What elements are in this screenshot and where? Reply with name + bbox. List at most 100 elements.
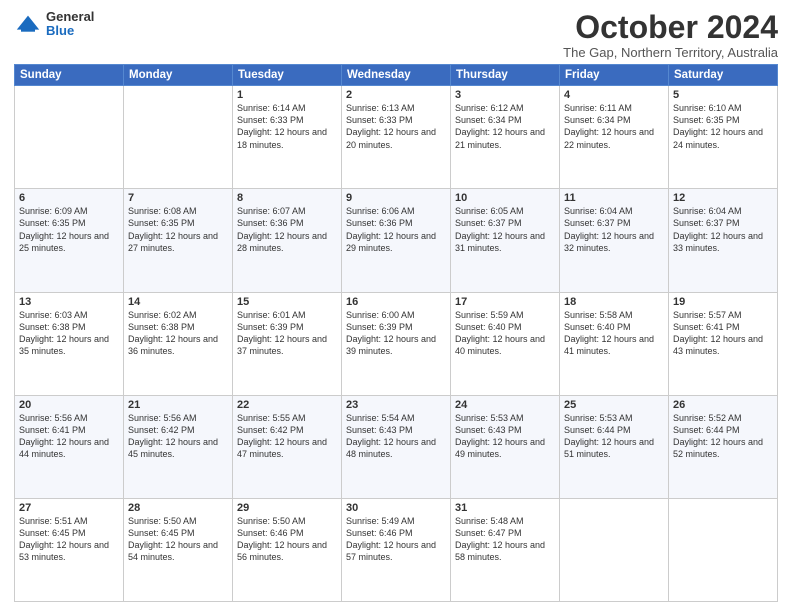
calendar-cell: 2Sunrise: 6:13 AMSunset: 6:33 PMDaylight…: [342, 86, 451, 189]
sunset-text: Sunset: 6:39 PM: [237, 321, 337, 333]
day-info: Sunrise: 6:04 AMSunset: 6:37 PMDaylight:…: [564, 205, 664, 254]
sunrise-text: Sunrise: 5:53 AM: [455, 412, 555, 424]
calendar-cell: 17Sunrise: 5:59 AMSunset: 6:40 PMDayligh…: [451, 292, 560, 395]
sunrise-text: Sunrise: 5:52 AM: [673, 412, 773, 424]
calendar-cell: 26Sunrise: 5:52 AMSunset: 6:44 PMDayligh…: [669, 395, 778, 498]
day-number: 7: [128, 192, 228, 204]
day-number: 20: [19, 399, 119, 411]
day-number: 31: [455, 502, 555, 514]
sunrise-text: Sunrise: 5:59 AM: [455, 309, 555, 321]
day-number: 14: [128, 296, 228, 308]
sunset-text: Sunset: 6:33 PM: [237, 114, 337, 126]
sunset-text: Sunset: 6:37 PM: [455, 217, 555, 229]
day-info: Sunrise: 5:48 AMSunset: 6:47 PMDaylight:…: [455, 515, 555, 564]
day-info: Sunrise: 5:53 AMSunset: 6:43 PMDaylight:…: [455, 412, 555, 461]
day-info: Sunrise: 6:09 AMSunset: 6:35 PMDaylight:…: [19, 205, 119, 254]
header: General Blue October 2024 The Gap, North…: [14, 10, 778, 60]
sunset-text: Sunset: 6:47 PM: [455, 527, 555, 539]
calendar-week-1: 1Sunrise: 6:14 AMSunset: 6:33 PMDaylight…: [15, 86, 778, 189]
page: General Blue October 2024 The Gap, North…: [0, 0, 792, 612]
location: The Gap, Northern Territory, Australia: [563, 45, 778, 60]
day-info: Sunrise: 5:52 AMSunset: 6:44 PMDaylight:…: [673, 412, 773, 461]
daylight-text: Daylight: 12 hours and 49 minutes.: [455, 436, 555, 460]
daylight-text: Daylight: 12 hours and 44 minutes.: [19, 436, 119, 460]
day-info: Sunrise: 6:10 AMSunset: 6:35 PMDaylight:…: [673, 102, 773, 151]
sunset-text: Sunset: 6:36 PM: [346, 217, 446, 229]
daylight-text: Daylight: 12 hours and 58 minutes.: [455, 539, 555, 563]
day-info: Sunrise: 6:14 AMSunset: 6:33 PMDaylight:…: [237, 102, 337, 151]
day-info: Sunrise: 6:02 AMSunset: 6:38 PMDaylight:…: [128, 309, 228, 358]
calendar-cell: 14Sunrise: 6:02 AMSunset: 6:38 PMDayligh…: [124, 292, 233, 395]
daylight-text: Daylight: 12 hours and 56 minutes.: [237, 539, 337, 563]
day-info: Sunrise: 5:54 AMSunset: 6:43 PMDaylight:…: [346, 412, 446, 461]
calendar-cell: 11Sunrise: 6:04 AMSunset: 6:37 PMDayligh…: [560, 189, 669, 292]
calendar-cell: 25Sunrise: 5:53 AMSunset: 6:44 PMDayligh…: [560, 395, 669, 498]
sunrise-text: Sunrise: 5:55 AM: [237, 412, 337, 424]
day-header-saturday: Saturday: [669, 65, 778, 86]
calendar-cell: [560, 498, 669, 601]
daylight-text: Daylight: 12 hours and 54 minutes.: [128, 539, 228, 563]
daylight-text: Daylight: 12 hours and 41 minutes.: [564, 333, 664, 357]
logo-text: General Blue: [46, 10, 94, 39]
day-info: Sunrise: 5:56 AMSunset: 6:41 PMDaylight:…: [19, 412, 119, 461]
sunset-text: Sunset: 6:44 PM: [673, 424, 773, 436]
calendar-cell: 15Sunrise: 6:01 AMSunset: 6:39 PMDayligh…: [233, 292, 342, 395]
sunset-text: Sunset: 6:41 PM: [19, 424, 119, 436]
daylight-text: Daylight: 12 hours and 25 minutes.: [19, 230, 119, 254]
day-number: 27: [19, 502, 119, 514]
sunrise-text: Sunrise: 5:57 AM: [673, 309, 773, 321]
generalblue-icon: [14, 10, 42, 38]
logo-general: General: [46, 10, 94, 24]
sunrise-text: Sunrise: 5:56 AM: [128, 412, 228, 424]
daylight-text: Daylight: 12 hours and 45 minutes.: [128, 436, 228, 460]
daylight-text: Daylight: 12 hours and 31 minutes.: [455, 230, 555, 254]
sunrise-text: Sunrise: 5:48 AM: [455, 515, 555, 527]
day-header-sunday: Sunday: [15, 65, 124, 86]
sunrise-text: Sunrise: 5:51 AM: [19, 515, 119, 527]
daylight-text: Daylight: 12 hours and 33 minutes.: [673, 230, 773, 254]
day-number: 1: [237, 89, 337, 101]
sunrise-text: Sunrise: 6:09 AM: [19, 205, 119, 217]
day-number: 29: [237, 502, 337, 514]
day-number: 13: [19, 296, 119, 308]
sunrise-text: Sunrise: 6:08 AM: [128, 205, 228, 217]
sunrise-text: Sunrise: 6:06 AM: [346, 205, 446, 217]
calendar-cell: 19Sunrise: 5:57 AMSunset: 6:41 PMDayligh…: [669, 292, 778, 395]
day-number: 11: [564, 192, 664, 204]
sunset-text: Sunset: 6:37 PM: [564, 217, 664, 229]
day-info: Sunrise: 5:55 AMSunset: 6:42 PMDaylight:…: [237, 412, 337, 461]
calendar-cell: 4Sunrise: 6:11 AMSunset: 6:34 PMDaylight…: [560, 86, 669, 189]
day-number: 9: [346, 192, 446, 204]
day-number: 26: [673, 399, 773, 411]
calendar-week-2: 6Sunrise: 6:09 AMSunset: 6:35 PMDaylight…: [15, 189, 778, 292]
sunrise-text: Sunrise: 6:10 AM: [673, 102, 773, 114]
day-number: 18: [564, 296, 664, 308]
sunrise-text: Sunrise: 6:14 AM: [237, 102, 337, 114]
calendar-cell: 3Sunrise: 6:12 AMSunset: 6:34 PMDaylight…: [451, 86, 560, 189]
day-info: Sunrise: 5:51 AMSunset: 6:45 PMDaylight:…: [19, 515, 119, 564]
sunrise-text: Sunrise: 5:50 AM: [237, 515, 337, 527]
sunset-text: Sunset: 6:44 PM: [564, 424, 664, 436]
sunset-text: Sunset: 6:45 PM: [19, 527, 119, 539]
daylight-text: Daylight: 12 hours and 21 minutes.: [455, 126, 555, 150]
calendar-cell: 6Sunrise: 6:09 AMSunset: 6:35 PMDaylight…: [15, 189, 124, 292]
day-number: 23: [346, 399, 446, 411]
daylight-text: Daylight: 12 hours and 47 minutes.: [237, 436, 337, 460]
day-info: Sunrise: 6:08 AMSunset: 6:35 PMDaylight:…: [128, 205, 228, 254]
day-number: 3: [455, 89, 555, 101]
logo: General Blue: [14, 10, 94, 39]
daylight-text: Daylight: 12 hours and 40 minutes.: [455, 333, 555, 357]
sunrise-text: Sunrise: 6:05 AM: [455, 205, 555, 217]
day-number: 4: [564, 89, 664, 101]
sunrise-text: Sunrise: 5:50 AM: [128, 515, 228, 527]
sunset-text: Sunset: 6:34 PM: [455, 114, 555, 126]
sunset-text: Sunset: 6:43 PM: [346, 424, 446, 436]
calendar-week-3: 13Sunrise: 6:03 AMSunset: 6:38 PMDayligh…: [15, 292, 778, 395]
daylight-text: Daylight: 12 hours and 20 minutes.: [346, 126, 446, 150]
sunrise-text: Sunrise: 6:03 AM: [19, 309, 119, 321]
calendar-cell: 1Sunrise: 6:14 AMSunset: 6:33 PMDaylight…: [233, 86, 342, 189]
day-number: 8: [237, 192, 337, 204]
sunrise-text: Sunrise: 5:56 AM: [19, 412, 119, 424]
calendar-cell: 12Sunrise: 6:04 AMSunset: 6:37 PMDayligh…: [669, 189, 778, 292]
day-info: Sunrise: 5:50 AMSunset: 6:45 PMDaylight:…: [128, 515, 228, 564]
